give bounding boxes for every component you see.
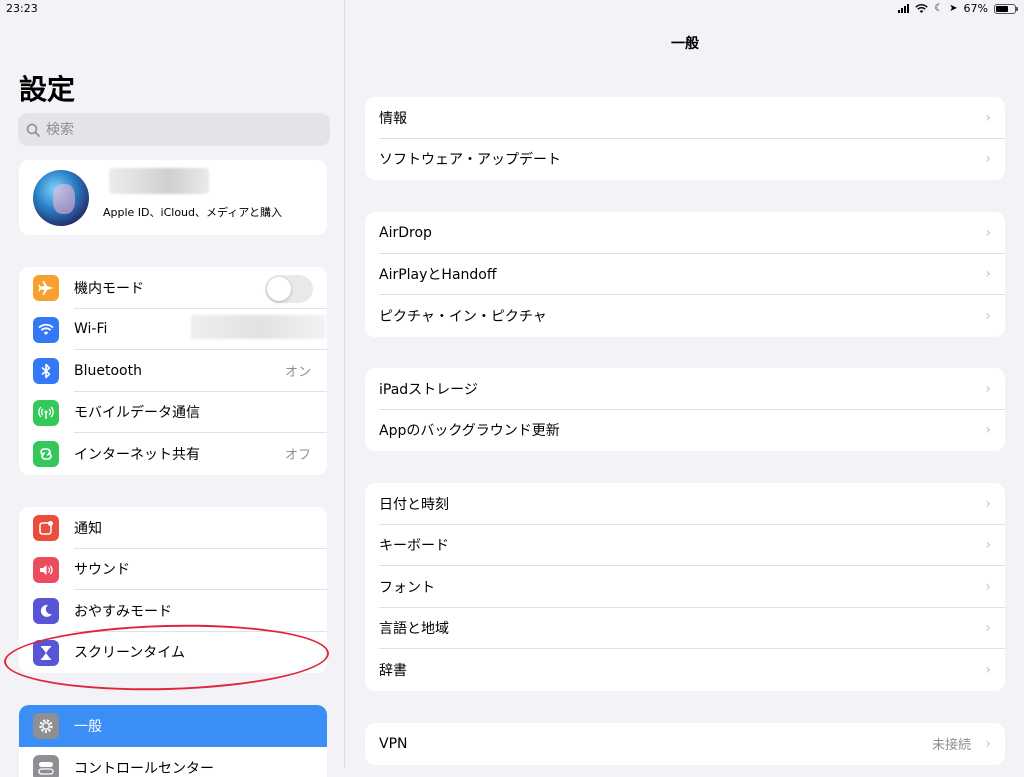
gear-icon <box>33 713 59 739</box>
settings-item-airplay-handoff[interactable]: AirPlayとHandoff › <box>365 254 1005 295</box>
settings-item-language-region[interactable]: 言語と地域 › <box>365 608 1005 649</box>
sidebar-item-bluetooth[interactable]: Bluetooth オン <box>19 350 327 392</box>
sidebar-item-label: 一般 <box>74 718 102 735</box>
sidebar: 設定 Apple ID、iCloud、メディアと購入 機内モード <box>0 0 345 777</box>
wifi-network-redacted <box>191 314 326 339</box>
sidebar-item-label: 機内モード <box>74 280 144 297</box>
chevron-right-icon: › <box>985 307 991 324</box>
sidebar-item-personal-hotspot[interactable]: インターネット共有 オフ <box>19 433 327 475</box>
settings-item-ipad-storage[interactable]: iPadストレージ › <box>365 368 1005 410</box>
chevron-right-icon: › <box>985 620 991 637</box>
sidebar-item-label: モバイルデータ通信 <box>74 405 200 422</box>
airplane-mode-toggle[interactable] <box>265 275 313 303</box>
sidebar-item-general[interactable]: 一般 <box>19 705 327 747</box>
settings-item-picture-in-picture[interactable]: ピクチャ・イン・ピクチャ › <box>365 295 1005 337</box>
settings-item-vpn[interactable]: VPN 未接続 › <box>365 723 1005 765</box>
sidebar-item-control-center[interactable]: コントロールセンター <box>19 747 327 777</box>
settings-item-label: AirDrop <box>379 224 432 241</box>
sidebar-item-mobile-data[interactable]: モバイルデータ通信 <box>19 392 327 433</box>
speaker-icon <box>33 556 59 583</box>
settings-item-dictionary[interactable]: 辞書 › <box>365 649 1005 691</box>
settings-item-label: Appのバックグラウンド更新 <box>379 423 560 440</box>
chevron-right-icon: › <box>985 380 991 397</box>
general-settings-pane: 一般 情報 › ソフトウェア・アップデート › AirDrop › AirPla… <box>346 0 1024 768</box>
sidebar-title: 設定 <box>19 73 76 106</box>
settings-item-date-time[interactable]: 日付と時刻 › <box>365 483 1005 525</box>
sidebar-item-label: コントロールセンター <box>74 760 214 777</box>
chevron-right-icon: › <box>985 266 991 283</box>
chevron-right-icon: › <box>985 422 991 439</box>
bluetooth-icon <box>33 358 59 384</box>
hotspot-status: オフ <box>284 448 311 464</box>
settings-item-label: 言語と地域 <box>379 621 449 638</box>
moon-icon <box>33 598 59 624</box>
bluetooth-status: オン <box>284 365 311 381</box>
settings-item-label: 辞書 <box>379 662 407 679</box>
settings-item-label: フォント <box>379 579 435 596</box>
sidebar-item-label: Bluetooth <box>74 362 142 379</box>
settings-item-label: iPadストレージ <box>379 381 478 398</box>
settings-group-locale: 日付と時刻 › キーボード › フォント › 言語と地域 › 辞書 › <box>365 483 1005 691</box>
chevron-right-icon: › <box>985 109 991 126</box>
wifi-icon <box>33 316 59 343</box>
status-time: 23:23 <box>6 2 38 15</box>
chevron-right-icon: › <box>985 151 991 168</box>
sidebar-item-label: 通知 <box>74 520 102 537</box>
chevron-right-icon: › <box>985 224 991 241</box>
settings-item-label: 情報 <box>379 110 407 127</box>
cellular-signal-icon <box>898 4 910 13</box>
apple-id-profile[interactable]: Apple ID、iCloud、メディアと購入 <box>19 160 327 235</box>
settings-group-storage: iPadストレージ › Appのバックグラウンド更新 › <box>365 368 1005 451</box>
sidebar-item-airplane-mode[interactable]: 機内モード <box>19 267 327 309</box>
settings-group-sharing: AirDrop › AirPlayとHandoff › ピクチャ・イン・ピクチャ… <box>365 212 1005 337</box>
chevron-right-icon: › <box>985 578 991 595</box>
settings-item-keyboard[interactable]: キーボード › <box>365 525 1005 566</box>
settings-item-airdrop[interactable]: AirDrop › <box>365 212 1005 254</box>
settings-item-label: VPN <box>379 735 408 752</box>
sidebar-item-label: サウンド <box>74 562 130 579</box>
settings-item-background-refresh[interactable]: Appのバックグラウンド更新 › <box>365 410 1005 452</box>
chevron-right-icon: › <box>985 661 991 678</box>
chevron-right-icon: › <box>985 495 991 512</box>
search-icon <box>26 123 40 137</box>
chevron-right-icon: › <box>985 735 991 752</box>
wifi-status-icon <box>915 3 928 13</box>
sidebar-item-notifications[interactable]: 通知 <box>19 507 327 549</box>
search-input[interactable] <box>46 121 306 138</box>
antenna-icon <box>33 399 59 426</box>
sidebar-item-label: インターネット共有 <box>74 446 200 463</box>
settings-item-about[interactable]: 情報 › <box>365 97 1005 139</box>
settings-item-label: AirPlayとHandoff <box>379 267 497 284</box>
settings-group-vpn: VPN 未接続 › <box>365 723 1005 765</box>
user-name-redacted <box>109 168 209 194</box>
battery-percent: 67% <box>963 2 988 15</box>
chevron-right-icon: › <box>985 537 991 554</box>
sidebar-item-label: Wi-Fi <box>74 321 108 338</box>
settings-item-label: ピクチャ・イン・ピクチャ <box>379 308 547 325</box>
search-bar[interactable] <box>18 113 330 146</box>
status-bar: 23:23 ☾ ➤ 67% <box>0 0 1024 18</box>
location-status-icon: ➤ <box>949 3 958 14</box>
settings-item-label: キーボード <box>379 538 449 555</box>
airplane-icon <box>33 275 59 301</box>
avatar[interactable] <box>33 170 89 226</box>
switches-icon <box>33 755 59 777</box>
sidebar-item-wifi[interactable]: Wi-Fi <box>19 309 327 350</box>
settings-group-about: 情報 › ソフトウェア・アップデート › <box>365 97 1005 180</box>
battery-icon <box>994 3 1018 14</box>
settings-item-software-update[interactable]: ソフトウェア・アップデート › <box>365 139 1005 181</box>
profile-subtitle: Apple ID、iCloud、メディアと購入 <box>103 206 283 219</box>
sidebar-item-label: おやすみモード <box>74 603 172 620</box>
settings-item-label: ソフトウェア・アップデート <box>379 152 561 169</box>
notification-icon <box>33 515 59 541</box>
settings-item-fonts[interactable]: フォント › <box>365 566 1005 608</box>
hotspot-icon <box>33 441 59 467</box>
connectivity-group: 機内モード Wi-Fi Bluetooth オン モバイルデータ通信 インターネ… <box>19 267 327 475</box>
sidebar-item-sounds[interactable]: サウンド <box>19 549 327 590</box>
page-title: 一般 <box>671 36 699 52</box>
moon-status-icon: ☾ <box>934 3 944 14</box>
settings-item-label: 日付と時刻 <box>379 496 449 513</box>
vpn-status: 未接続 <box>931 738 971 754</box>
